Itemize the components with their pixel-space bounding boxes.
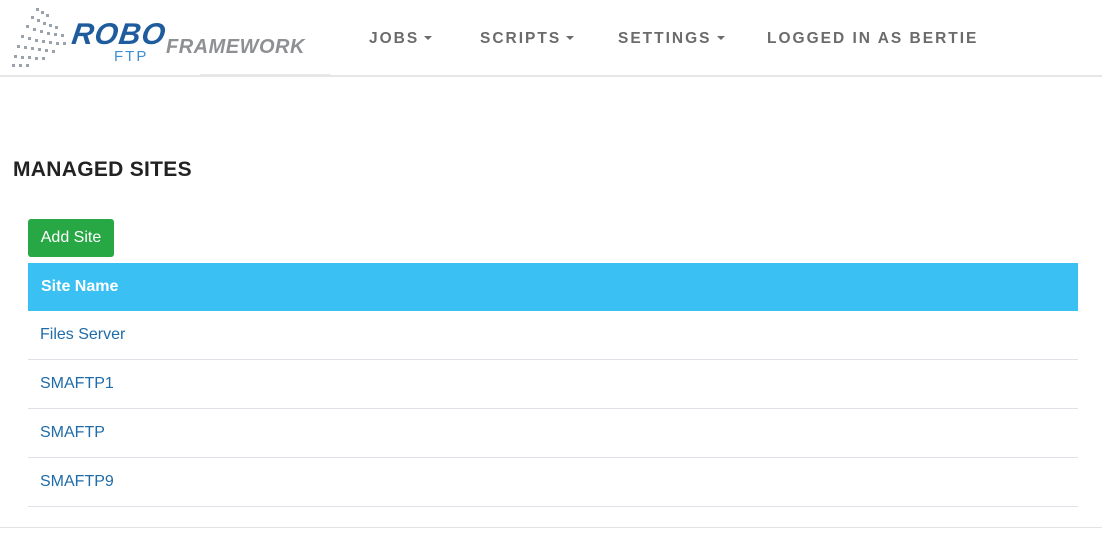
table-row: Files Server — [28, 311, 1078, 360]
site-link[interactable]: SMAFTP9 — [40, 473, 114, 490]
caret-down-icon — [716, 36, 725, 40]
nav-logged-in-user[interactable]: LOGGED IN AS BERTIE — [767, 30, 978, 48]
logo-robo-text: ROBO — [69, 18, 169, 51]
nav-settings-label: SETTINGS — [618, 30, 712, 47]
caret-down-icon — [424, 36, 433, 40]
roboftp-framework-logo[interactable]: ROBO FTP FRAMEWORK — [10, 4, 330, 75]
nav-jobs-label: JOBS — [369, 30, 420, 47]
logo-ftp-text: FTP — [114, 48, 149, 65]
site-link[interactable]: SMAFTP — [40, 424, 105, 441]
nav-scripts-label: SCRIPTS — [480, 30, 562, 47]
nav-settings-dropdown[interactable]: SETTINGS — [618, 30, 725, 48]
site-link[interactable]: Files Server — [40, 326, 125, 343]
table-row: SMAFTP1 — [28, 360, 1078, 409]
logo-dots-graphic — [12, 8, 66, 67]
footer-divider — [0, 527, 1102, 528]
nav-jobs-dropdown[interactable]: JOBS — [369, 30, 433, 48]
page-title: MANAGED SITES — [13, 158, 192, 181]
logo-framework-text: FRAMEWORK — [166, 36, 305, 58]
table-row: SMAFTP9 — [28, 458, 1078, 507]
top-navbar: ROBO FTP FRAMEWORK JOBS SCRIPTS SETTINGS… — [0, 0, 1102, 77]
table-row: SMAFTP — [28, 409, 1078, 458]
caret-down-icon — [566, 36, 575, 40]
sites-table: Site Name Files Server SMAFTP1 SMAFTP SM… — [28, 263, 1078, 507]
table-header-site-name: Site Name — [28, 263, 1078, 311]
site-link[interactable]: SMAFTP1 — [40, 375, 114, 392]
nav-scripts-dropdown[interactable]: SCRIPTS — [480, 30, 575, 48]
logo-divider — [200, 74, 330, 75]
add-site-button[interactable]: Add Site — [28, 219, 114, 257]
